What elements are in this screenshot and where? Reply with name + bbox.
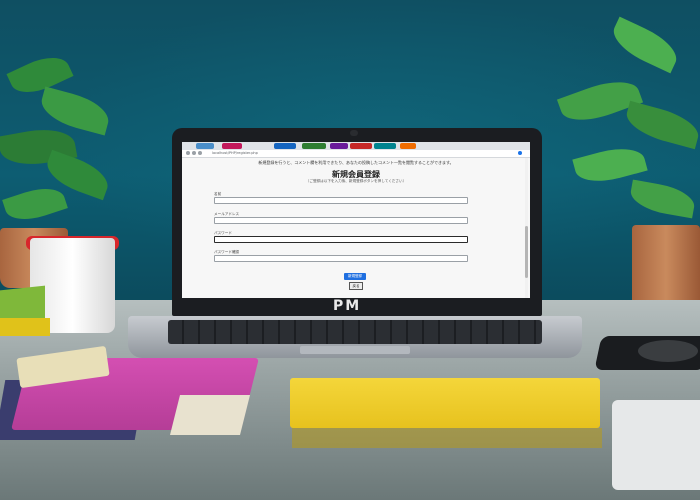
laptop-screen: localhost/PHP/register.php 新規登録を行うと、コメント… [182, 142, 530, 298]
keyboard [168, 320, 542, 344]
yellow-pad-shadow [292, 428, 602, 448]
mouse [638, 340, 698, 362]
extension-icon[interactable] [518, 151, 522, 155]
browser-tab[interactable] [400, 143, 416, 149]
plant-pot-right [632, 225, 700, 310]
page-subtitle: （ご登録は以下を入力後、新規登録ボタンを押してください） [182, 179, 530, 184]
desk-tray [612, 400, 700, 490]
laptop-logo: PM [333, 298, 361, 314]
back-button[interactable]: 戻る [349, 282, 363, 290]
pink-book-pages [170, 395, 250, 435]
webcam-icon [350, 130, 358, 136]
password-confirm-field[interactable] [214, 255, 468, 262]
notice-text: 新規登録を行うと、コメント欄を利用できたり、あなたの投稿したコメント一覧を閲覧す… [182, 160, 530, 166]
browser-tab-bar [182, 142, 530, 150]
email-field[interactable] [214, 217, 468, 224]
forward-icon[interactable] [192, 151, 196, 155]
browser-tab[interactable] [196, 143, 214, 149]
scrollbar-thumb[interactable] [525, 226, 528, 278]
browser-tab[interactable] [374, 143, 396, 149]
browser-tab[interactable] [302, 143, 326, 149]
browser-tab[interactable] [274, 143, 296, 149]
password-field[interactable] [214, 236, 468, 243]
trackpad [300, 346, 410, 354]
url-text[interactable]: localhost/PHP/register.php [212, 151, 258, 156]
reload-icon[interactable] [198, 151, 202, 155]
back-icon[interactable] [186, 151, 190, 155]
name-field[interactable] [214, 197, 468, 204]
browser-tab[interactable] [350, 143, 372, 149]
browser-tab[interactable] [330, 143, 348, 149]
yellow-notepad [290, 378, 600, 428]
register-button[interactable]: 新規登録 [344, 273, 366, 280]
browser-tab[interactable] [222, 143, 242, 149]
yellow-book-edge [0, 318, 50, 336]
